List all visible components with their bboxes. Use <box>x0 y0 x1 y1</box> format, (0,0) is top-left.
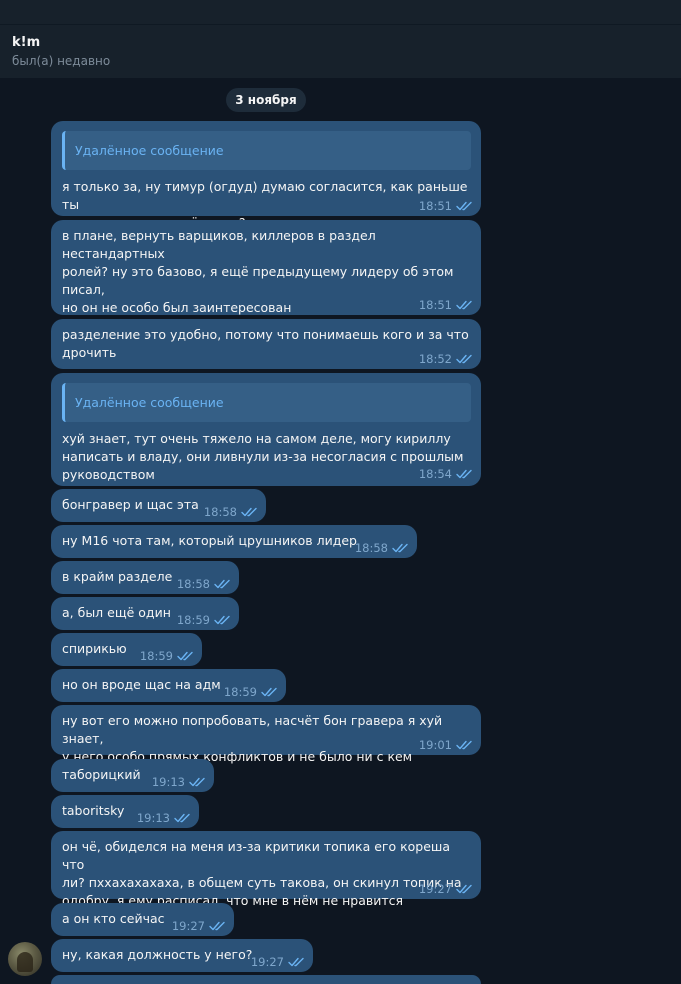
message-time: 18:51 <box>418 298 452 312</box>
chat-header[interactable]: k!m был(а) недавно <box>0 24 681 78</box>
message-bubble[interactable]: спирикью 18:59 <box>51 633 202 666</box>
double-check-icon <box>214 579 230 589</box>
message-time: 19:27 <box>250 955 284 969</box>
message-text: хуй знает, тут очень тяжело на самом дел… <box>62 431 464 482</box>
message-bubble[interactable]: taboritsky 19:13 <box>51 795 199 828</box>
avatar-photo <box>17 952 33 972</box>
message-meta: 18:54 <box>419 467 473 481</box>
message-bubble[interactable]: а, был ещё один 18:59 <box>51 597 239 630</box>
message-meta: 18:58 <box>177 577 231 591</box>
message-time: 18:58 <box>203 505 237 519</box>
message-bubble[interactable]: ну, какая должность у него? 19:27 <box>51 939 313 972</box>
reply-quote[interactable]: Удалённое сообщение <box>62 383 471 422</box>
window-top-strip <box>0 0 681 24</box>
message-time: 18:59 <box>139 649 173 663</box>
message-bubble[interactable]: но он вроде щас на адм 18:59 <box>51 669 286 702</box>
message-bubble[interactable]: разделение это удобно, потому что понима… <box>51 319 481 369</box>
message-meta: 19:01 <box>419 738 473 752</box>
message-meta: 19:13 <box>152 775 206 789</box>
message-meta: 18:58 <box>355 541 409 555</box>
sender-avatar[interactable] <box>8 942 42 976</box>
double-check-icon <box>288 957 304 967</box>
message-bubble[interactable]: таборицкий 19:13 <box>51 759 214 792</box>
date-separator: 3 ноября <box>226 88 306 112</box>
double-check-icon <box>456 740 472 750</box>
message-bubble[interactable]: он чё, обиделся на меня из-за критики то… <box>51 831 481 908</box>
reply-quote-text: Удалённое сообщение <box>75 143 224 158</box>
message-bubble[interactable]: а он кто сейчас 19:27 <box>51 903 234 936</box>
message-time: 19:13 <box>151 775 185 789</box>
message-text: ну вот его можно попробовать, насчёт бон… <box>62 713 443 764</box>
double-check-icon <box>456 884 472 894</box>
double-check-icon <box>177 651 193 661</box>
message-time: 19:27 <box>171 919 205 933</box>
message-text: разделение это удобно, потому что понима… <box>62 327 469 360</box>
message-bubble[interactable]: бонгравер и щас эта 18:58 <box>51 489 266 522</box>
message-meta: 18:58 <box>204 505 258 519</box>
message-time: 18:54 <box>418 467 452 481</box>
message-time: 19:13 <box>136 811 170 825</box>
message-bubble[interactable] <box>51 975 481 984</box>
message-meta: 19:27 <box>172 919 226 933</box>
double-check-icon <box>456 354 472 364</box>
double-check-icon <box>209 921 225 931</box>
message-time: 18:59 <box>223 685 257 699</box>
message-bubble[interactable]: в крайм разделе 18:58 <box>51 561 239 594</box>
message-meta: 18:51 <box>419 199 473 213</box>
message-meta: 19:13 <box>137 811 191 825</box>
reply-quote-text: Удалённое сообщение <box>75 395 224 410</box>
message-meta: 18:59 <box>140 649 194 663</box>
double-check-icon <box>174 813 190 823</box>
message-meta: 18:51 <box>419 298 473 312</box>
message-meta: 19:27 <box>419 882 473 896</box>
message-meta: 18:59 <box>224 685 278 699</box>
double-check-icon <box>456 469 472 479</box>
message-time: 19:01 <box>418 738 452 752</box>
message-time: 18:51 <box>418 199 452 213</box>
double-check-icon <box>241 507 257 517</box>
message-meta: 18:52 <box>419 352 473 366</box>
double-check-icon <box>456 201 472 211</box>
message-time: 18:58 <box>354 541 388 555</box>
message-meta: 19:27 <box>251 955 305 969</box>
message-time: 18:52 <box>418 352 452 366</box>
message-bubble[interactable]: Удалённое сообщение хуй знает, тут очень… <box>51 373 481 486</box>
double-check-icon <box>456 300 472 310</box>
message-meta: 18:59 <box>177 613 231 627</box>
double-check-icon <box>392 543 408 553</box>
reply-quote[interactable]: Удалённое сообщение <box>62 131 471 170</box>
message-bubble[interactable]: Удалённое сообщение я только за, ну тиму… <box>51 121 481 230</box>
message-bubble[interactable]: ну вот его можно попробовать, насчёт бон… <box>51 705 481 764</box>
message-time: 18:59 <box>176 613 210 627</box>
message-text: он чё, обиделся на меня из-за критики то… <box>62 839 462 908</box>
message-bubble[interactable]: в плане, вернуть варщиков, киллеров в ра… <box>51 220 481 342</box>
double-check-icon <box>189 777 205 787</box>
message-time: 19:27 <box>418 882 452 896</box>
message-time: 18:58 <box>176 577 210 591</box>
double-check-icon <box>261 687 277 697</box>
contact-name[interactable]: k!m <box>12 34 669 52</box>
contact-status: был(а) недавно <box>12 54 111 68</box>
double-check-icon <box>214 615 230 625</box>
message-bubble[interactable]: ну М16 чота там, который црушников лидер… <box>51 525 417 558</box>
message-text: в плане, вернуть варщиков, киллеров в ра… <box>62 228 454 315</box>
